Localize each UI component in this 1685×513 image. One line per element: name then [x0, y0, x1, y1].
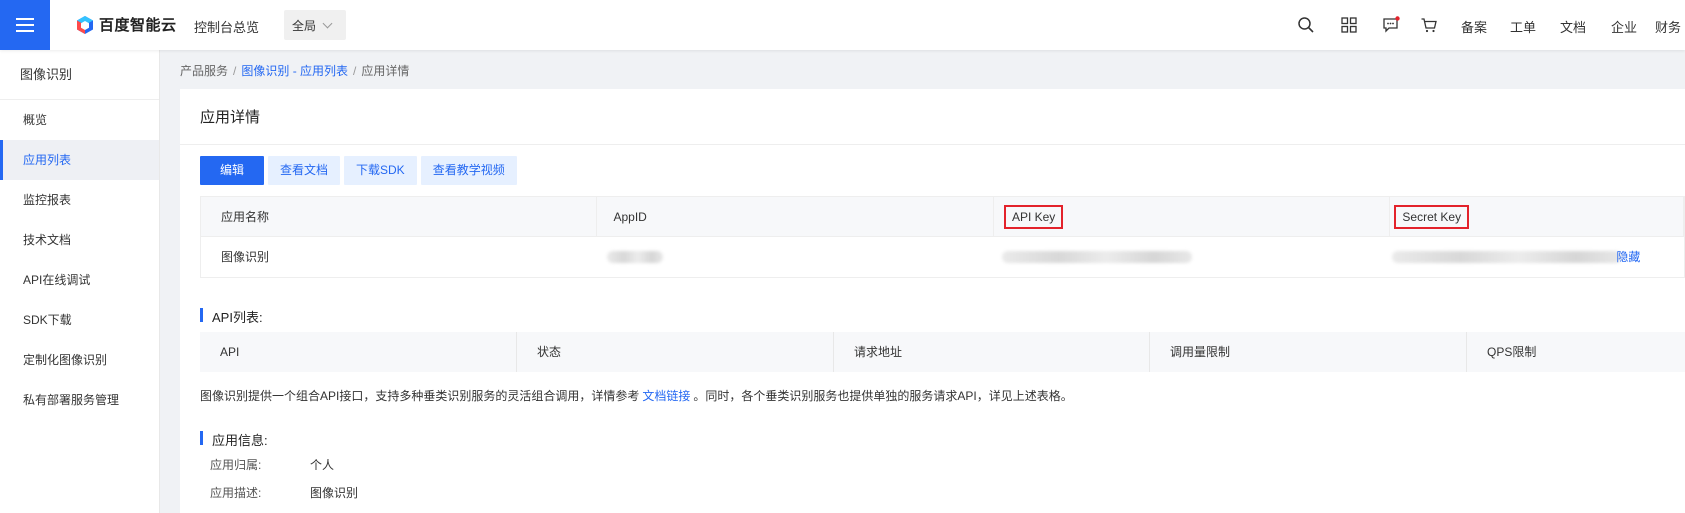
- doc-link[interactable]: 文档链接: [642, 389, 690, 403]
- sidebar-item-api-debug[interactable]: API在线调试: [0, 260, 159, 300]
- header-app-name: 应用名称: [201, 196, 598, 237]
- sidebar-item-monitoring[interactable]: 监控报表: [0, 180, 159, 220]
- divider: [180, 144, 1685, 145]
- app-info-heading: 应用信息:: [200, 430, 268, 449]
- description-text-after: 。同时，各个垂类识别服务也提供单独的服务请求API，详见上述表格。: [693, 389, 1073, 403]
- action-buttons: 编辑 查看文档 下载SDK 查看教学视频: [200, 156, 521, 185]
- nav-docs[interactable]: 文档: [1560, 17, 1586, 36]
- baidu-cloud-logo-icon: [77, 15, 93, 34]
- nav-ticket[interactable]: 工单: [1510, 17, 1536, 36]
- nav-enterprise[interactable]: 企业: [1611, 17, 1637, 36]
- app-owner-row: 应用归属: 个人: [210, 456, 334, 473]
- table-row: 图像识别 隐藏: [201, 237, 1684, 277]
- sidebar-item-private-deploy[interactable]: 私有部署服务管理: [0, 380, 159, 420]
- secret-key-value: 隐藏: [1390, 237, 1684, 277]
- breadcrumb-current: 应用详情: [361, 64, 410, 78]
- tutorial-videos-button[interactable]: 查看教学视频: [420, 156, 517, 185]
- breadcrumb-app-list-link[interactable]: 图像识别 - 应用列表: [241, 64, 348, 78]
- app-info-table: 应用名称 AppID API Key Secret Key 图像识别 隐藏: [200, 196, 1685, 278]
- top-bar: 百度智能云 控制台总览 全局 备案 工单 文档 企业 财务: [0, 0, 1685, 50]
- header-appid: AppID: [597, 196, 994, 237]
- brand-logo[interactable]: 百度智能云: [75, 14, 177, 35]
- search-icon[interactable]: [1297, 16, 1315, 34]
- app-name-value: 图像识别: [221, 250, 270, 264]
- owner-label: 应用归属:: [210, 458, 262, 472]
- console-overview-link[interactable]: 控制台总览: [194, 17, 259, 36]
- hide-secret-link[interactable]: 隐藏: [1616, 237, 1640, 277]
- api-key-value: [994, 237, 1390, 277]
- menu-button[interactable]: [0, 0, 50, 50]
- region-select[interactable]: 全局: [284, 10, 346, 40]
- app-detail-panel: 应用详情 编辑 查看文档 下载SDK 查看教学视频 应用名称 AppID API…: [180, 89, 1685, 513]
- view-docs-button[interactable]: 查看文档: [268, 156, 341, 185]
- header-api: API: [200, 332, 517, 372]
- header-status: 状态: [517, 332, 834, 372]
- breadcrumb-root[interactable]: 产品服务: [180, 64, 228, 78]
- sidebar-title: 图像识别: [0, 50, 159, 100]
- header-call-limit: 调用量限制: [1150, 332, 1467, 372]
- app-description-row: 应用描述: 图像识别: [210, 484, 358, 501]
- edit-button[interactable]: 编辑: [200, 156, 264, 185]
- sidebar-item-app-list[interactable]: 应用列表: [0, 140, 159, 180]
- header-api-key: API Key: [1003, 204, 1064, 229]
- description-value: 图像识别: [310, 486, 359, 500]
- sidebar-item-overview[interactable]: 概览: [0, 100, 159, 140]
- sidebar-item-sdk-download[interactable]: SDK下载: [0, 300, 159, 340]
- page-title: 应用详情: [200, 109, 261, 126]
- header-secret-key: Secret Key: [1394, 204, 1470, 229]
- api-list-heading: API列表:: [200, 307, 263, 326]
- header-request-url: 请求地址: [834, 332, 1150, 372]
- message-icon[interactable]: [1382, 16, 1400, 34]
- header-qps-limit: QPS限制: [1487, 345, 1537, 359]
- apps-grid-icon[interactable]: [1340, 16, 1358, 34]
- sidebar-item-tech-docs[interactable]: 技术文档: [0, 220, 159, 260]
- region-value: 全局: [292, 18, 317, 33]
- appid-value: [597, 237, 993, 277]
- sidebar-item-custom-recognition[interactable]: 定制化图像识别: [0, 340, 159, 380]
- sidebar: 图像识别 概览 应用列表 监控报表 技术文档 API在线调试 SDK下载 定制化…: [0, 50, 160, 513]
- breadcrumb: 产品服务 / 图像识别 - 应用列表 / 应用详情: [180, 64, 410, 78]
- nav-filing[interactable]: 备案: [1461, 17, 1487, 36]
- nav-finance[interactable]: 财务: [1655, 17, 1681, 36]
- cart-icon[interactable]: [1420, 16, 1438, 34]
- chevron-down-icon: [322, 18, 333, 28]
- api-list-table-header: API 状态 请求地址 调用量限制 QPS限制: [200, 332, 1685, 372]
- owner-value: 个人: [310, 458, 335, 472]
- hamburger-icon: [16, 18, 34, 32]
- description-text-before: 图像识别提供一个组合API接口，支持多种垂类识别服务的灵活组合调用，详情参考: [200, 389, 640, 403]
- api-description: 图像识别提供一个组合API接口，支持多种垂类识别服务的灵活组合调用，详情参考 文档…: [200, 387, 1073, 404]
- table-header-row: 应用名称 AppID API Key Secret Key: [201, 196, 1684, 237]
- download-sdk-button[interactable]: 下载SDK: [344, 156, 417, 185]
- brand-name: 百度智能云: [99, 17, 177, 34]
- description-label: 应用描述:: [210, 486, 262, 500]
